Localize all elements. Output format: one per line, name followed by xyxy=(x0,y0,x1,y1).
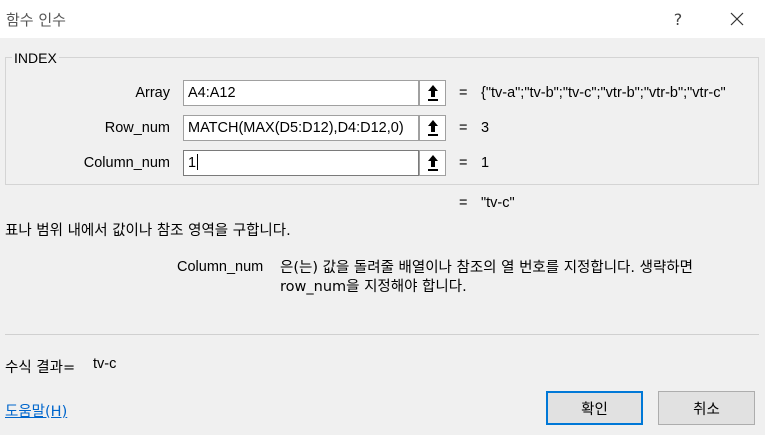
column-num-collapse-button[interactable] xyxy=(419,150,446,176)
array-collapse-button[interactable] xyxy=(419,80,446,106)
help-glyph: ? xyxy=(673,9,683,29)
formula-result-value: tv-c xyxy=(93,356,117,372)
row-num-equals: = xyxy=(459,120,468,136)
array-result: {"tv-a";"tv-b";"tv-c";"vtr-b";"vtr-b";"v… xyxy=(481,85,726,101)
text-caret xyxy=(197,154,199,170)
array-input-value: A4:A12 xyxy=(188,85,236,101)
array-label: Array xyxy=(135,85,170,101)
column-num-input[interactable]: 1 xyxy=(183,150,419,176)
cancel-button[interactable]: 취소 xyxy=(658,391,755,425)
column-num-label: Column_num xyxy=(83,155,170,171)
cancel-button-label: 취소 xyxy=(693,401,720,418)
range-select-icon xyxy=(427,120,438,136)
row-num-input[interactable]: MATCH(MAX(D5:D12),D4:D12,0) xyxy=(183,115,419,141)
range-select-icon xyxy=(427,155,438,171)
row-num-collapse-button[interactable] xyxy=(419,115,446,141)
row-num-input-value: MATCH(MAX(D5:D12),D4:D12,0) xyxy=(188,120,404,136)
array-equals: = xyxy=(459,85,468,101)
row-num-label: Row_num xyxy=(104,120,170,136)
column-num-result: 1 xyxy=(481,155,490,171)
row-num-result: 3 xyxy=(481,120,490,136)
close-button[interactable] xyxy=(719,4,755,34)
column-num-equals: = xyxy=(459,155,468,171)
array-input[interactable]: A4:A12 xyxy=(183,80,419,106)
argument-description-text: 은(는) 값을 돌려줄 배열이나 참조의 열 번호를 지정합니다. 생략하면 r… xyxy=(280,260,693,295)
help-link[interactable]: 도움말(H) xyxy=(5,400,67,421)
help-button[interactable]: ? xyxy=(660,4,696,34)
function-description: 표나 범위 내에서 값이나 참조 영역을 구합니다. xyxy=(5,223,291,239)
ok-button[interactable]: 확인 xyxy=(546,391,643,425)
column-num-input-value: 1 xyxy=(188,155,197,171)
argument-description-name: Column_num xyxy=(177,259,264,275)
formula-result-label: 수식 결과= xyxy=(5,360,76,376)
ok-button-label: 확인 xyxy=(581,401,608,418)
close-icon xyxy=(730,12,744,26)
divider xyxy=(5,334,759,335)
range-select-icon xyxy=(427,85,438,101)
function-result-value: "tv-c" xyxy=(481,195,515,211)
dialog-title: 함수 인수 xyxy=(6,11,66,29)
title-bar: 함수 인수 ? xyxy=(0,0,765,38)
function-result-equals: = xyxy=(459,195,468,211)
function-name: INDEX xyxy=(12,50,59,66)
